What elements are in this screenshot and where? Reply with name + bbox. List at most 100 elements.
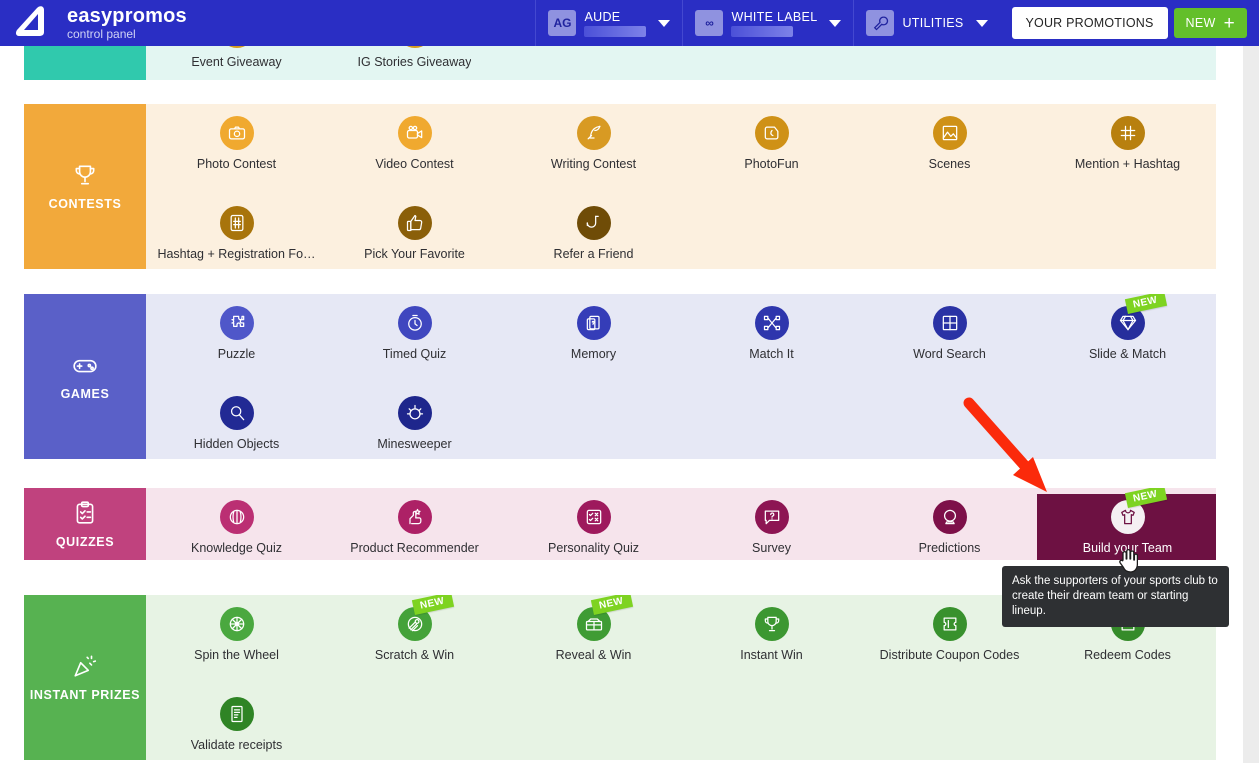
gamepad-icon bbox=[72, 352, 98, 378]
promotion-tile-scratch-win[interactable]: NEW Scratch & Win bbox=[324, 595, 505, 673]
account-initials-badge: AG bbox=[548, 10, 577, 36]
promotion-tile-mention-hashtag[interactable]: Mention + Hashtag bbox=[1037, 110, 1216, 182]
promotion-tile-pick-your-favorite[interactable]: Pick Your Favorite bbox=[324, 200, 505, 269]
promotion-tile-hashtag-registration-fo[interactable]: Hashtag + Registration Fo… bbox=[146, 200, 327, 269]
stopwatch-icon bbox=[397, 306, 432, 340]
new-promotion-button[interactable]: NEW + bbox=[1173, 8, 1247, 38]
promotion-tile-label: Match It bbox=[749, 347, 794, 361]
section-header-instant-prizes[interactable]: INSTANT PRIZES bbox=[24, 595, 146, 760]
hand-star-icon bbox=[397, 500, 432, 534]
promotion-tile-personality-quiz[interactable]: Personality Quiz bbox=[503, 494, 684, 560]
promotion-tile-timed-quiz[interactable]: Timed Quiz bbox=[324, 300, 505, 372]
promotion-tile-slide-match[interactable]: NEW Slide & Match bbox=[1037, 294, 1216, 372]
promotion-tile-label: Writing Contest bbox=[550, 157, 637, 171]
pointing-hand-cursor bbox=[1116, 548, 1138, 574]
promotion-tile-writing-contest[interactable]: Writing Contest bbox=[503, 110, 684, 182]
promotion-tile-ig-stories-giveaway[interactable]: IG Stories Giveaway bbox=[324, 46, 505, 80]
promotion-tile-label: Memory bbox=[570, 347, 617, 361]
memory-cards-icon bbox=[576, 306, 611, 340]
scenes-icon bbox=[932, 116, 967, 150]
section-header-giveaways[interactable] bbox=[24, 46, 146, 80]
section-header-quizzes[interactable]: QUIZZES bbox=[24, 488, 146, 560]
promotion-tile-spin-the-wheel[interactable]: Spin the Wheel bbox=[146, 601, 327, 673]
promotion-tile-match-it[interactable]: Match It bbox=[681, 300, 862, 372]
promotion-tile-label: Knowledge Quiz bbox=[190, 541, 283, 555]
plus-icon: + bbox=[1223, 12, 1235, 34]
promotion-tile-puzzle[interactable]: Puzzle bbox=[146, 300, 327, 372]
new-badge: NEW bbox=[590, 595, 633, 615]
section-header-games[interactable]: GAMES bbox=[24, 294, 146, 459]
sections-container: Event Giveaway IG Stories Giveaway CONTEST… bbox=[0, 46, 1243, 763]
infinity-icon: ∞ bbox=[695, 10, 724, 36]
promotion-tile-label: Pick Your Favorite bbox=[364, 247, 465, 261]
section-header-contests[interactable]: CONTESTS bbox=[24, 104, 146, 269]
brand-logo[interactable]: easypromos control panel bbox=[0, 5, 187, 41]
promotion-tile-label: PhotoFun bbox=[744, 157, 799, 171]
section-row-games: GAMES Puzzle Timed Quiz Memory Match It Word … bbox=[24, 294, 1216, 459]
promotion-tile-label: Instant Win bbox=[740, 648, 803, 662]
chevron-down-icon[interactable] bbox=[829, 19, 842, 27]
promotion-tile-hidden-objects[interactable]: Hidden Objects bbox=[146, 390, 327, 459]
checklist-icon bbox=[576, 500, 611, 534]
promotion-tile-word-search[interactable]: Word Search bbox=[859, 300, 1040, 372]
clipboard-check-icon bbox=[72, 500, 98, 526]
utilities-label: UTILITIES bbox=[902, 16, 964, 30]
match-it-icon bbox=[754, 306, 789, 340]
new-button-label: NEW bbox=[1185, 16, 1216, 30]
promotion-tile-instant-win[interactable]: Instant Win bbox=[681, 601, 862, 673]
scratch-icon: NEW bbox=[397, 595, 454, 641]
utilities-menu[interactable]: UTILITIES bbox=[853, 0, 999, 46]
control-panel-page: easypromos control panel AG AUDE ∞ WHITE… bbox=[0, 0, 1259, 763]
diamond-icon: NEW bbox=[1110, 294, 1167, 340]
section-row-giveaways: Event Giveaway IG Stories Giveaway bbox=[24, 46, 1216, 80]
promotion-tile-label: Timed Quiz bbox=[382, 347, 447, 361]
white-label-selector[interactable]: ∞ WHITE LABEL bbox=[682, 0, 853, 46]
section-tiles-games: Puzzle Timed Quiz Memory Match It Word Searc… bbox=[146, 294, 1216, 459]
section-label: GAMES bbox=[60, 387, 110, 401]
hook-icon bbox=[576, 206, 611, 240]
promotion-tile-label: Product Recommender bbox=[350, 541, 479, 555]
section-row-quizzes: QUIZZES Knowledge Quiz Product Recommender… bbox=[24, 488, 1216, 560]
chevron-down-icon[interactable] bbox=[975, 19, 988, 27]
promotion-tile-label: Word Search bbox=[913, 347, 986, 361]
tshirt-icon: NEW bbox=[1110, 488, 1167, 534]
promotion-tile-video-contest[interactable]: Video Contest bbox=[324, 110, 505, 182]
promotion-tile-refer-a-friend[interactable]: Refer a Friend bbox=[503, 200, 684, 269]
section-tiles-quizzes: Knowledge Quiz Product Recommender Persona… bbox=[146, 488, 1216, 560]
new-badge: NEW bbox=[411, 595, 454, 615]
promotion-tile-label: Event Giveaway bbox=[191, 55, 282, 69]
easypromos-triangle-logo bbox=[14, 5, 56, 41]
promotion-tile-memory[interactable]: Memory bbox=[503, 300, 684, 372]
promotion-tile-label: Photo Contest bbox=[196, 157, 277, 171]
promotion-tile-predictions[interactable]: Predictions bbox=[859, 494, 1040, 560]
promotion-tile-reveal-win[interactable]: NEW Reveal & Win bbox=[503, 595, 684, 673]
tooltip-build-your-team: Ask the supporters of your sports club t… bbox=[1002, 566, 1229, 627]
promotion-tile-label: Mention + Hashtag bbox=[1074, 157, 1181, 171]
promotion-tile-photofun[interactable]: PhotoFun bbox=[681, 110, 862, 182]
promotion-tile-scenes[interactable]: Scenes bbox=[859, 110, 1040, 182]
page-scrollbar[interactable] bbox=[1243, 46, 1259, 763]
brain-icon bbox=[219, 500, 254, 534]
chevron-down-icon[interactable] bbox=[658, 19, 671, 27]
puzzle-icon bbox=[219, 306, 254, 340]
section-tiles-contests: Photo Contest Video Contest Writing Contes… bbox=[146, 104, 1216, 269]
promotion-tile-validate-receipts[interactable]: Validate receipts bbox=[146, 691, 327, 760]
magnifier-icon bbox=[219, 396, 254, 430]
account-selector[interactable]: AG AUDE bbox=[535, 0, 682, 46]
promotion-tile-photo-contest[interactable]: Photo Contest bbox=[146, 110, 327, 182]
promotion-tile-product-recommender[interactable]: Product Recommender bbox=[324, 494, 505, 560]
your-promotions-button[interactable]: YOUR PROMOTIONS bbox=[1011, 7, 1168, 39]
promotion-tile-label: Reveal & Win bbox=[555, 648, 632, 662]
trophy-icon bbox=[72, 162, 98, 188]
white-label-progress-bar bbox=[731, 25, 794, 37]
promotion-tile-knowledge-quiz[interactable]: Knowledge Quiz bbox=[146, 494, 327, 560]
promotion-tile-minesweeper[interactable]: Minesweeper bbox=[324, 390, 505, 459]
promotion-tile-event-giveaway[interactable]: Event Giveaway bbox=[146, 46, 327, 80]
promotion-tile-label: Refer a Friend bbox=[553, 247, 634, 261]
mine-icon bbox=[397, 396, 432, 430]
promotion-tile-survey[interactable]: Survey bbox=[681, 494, 862, 560]
promotion-tile-label: Personality Quiz bbox=[547, 541, 639, 555]
promotion-tile-label: Survey bbox=[752, 541, 791, 555]
reveal-box-icon: NEW bbox=[576, 595, 633, 641]
promotion-tile-label: IG Stories Giveaway bbox=[357, 55, 472, 69]
